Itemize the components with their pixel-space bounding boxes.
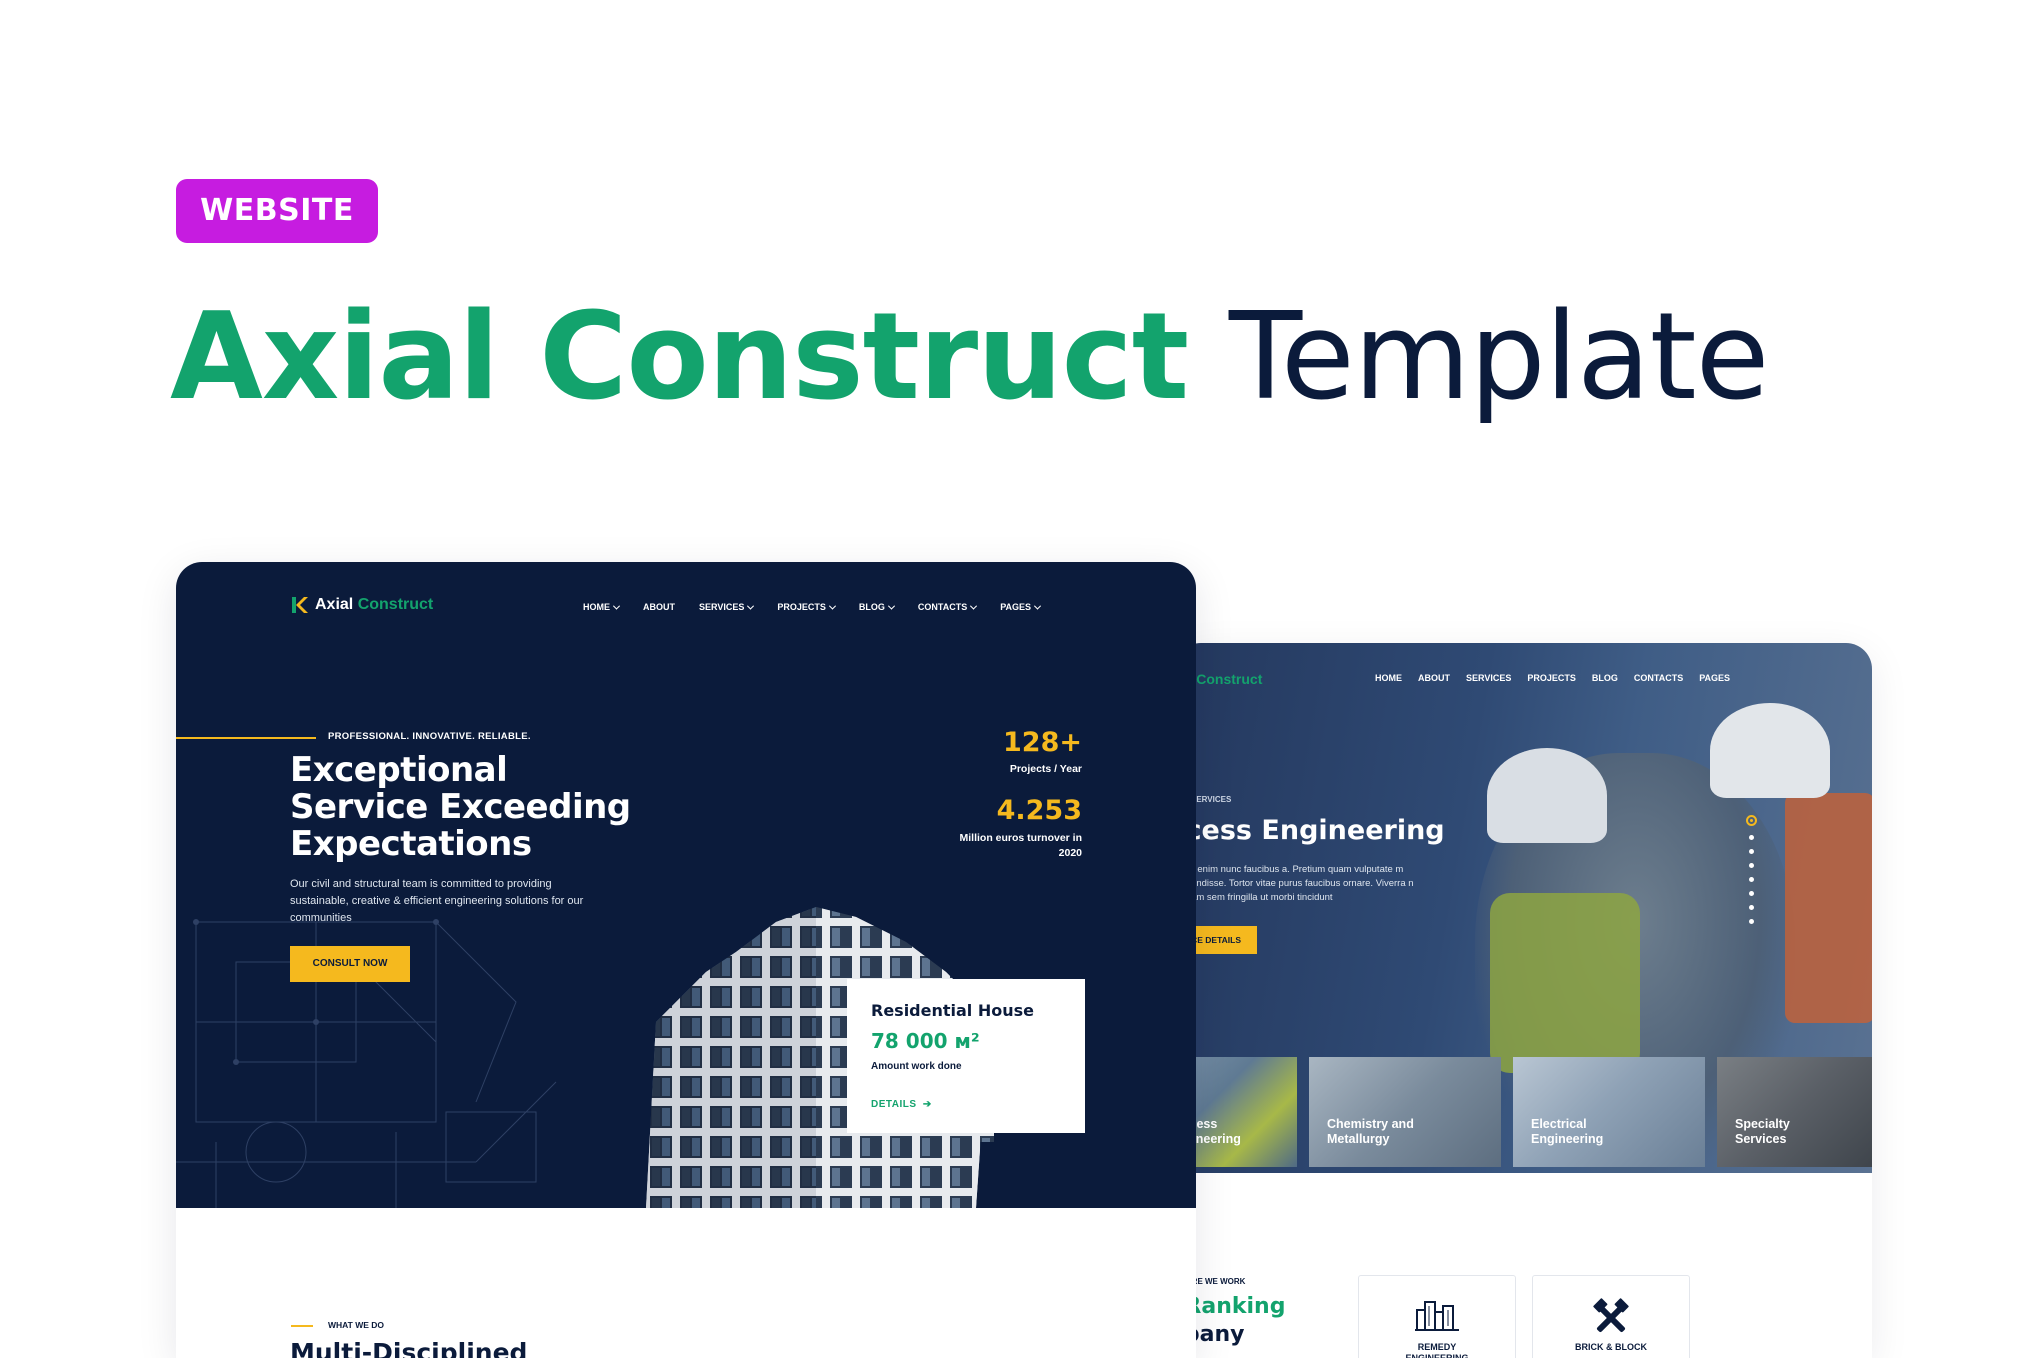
slider-dot[interactable] [1749,877,1754,882]
nav-label: CONTACTS [917,602,968,612]
back-nav-pages[interactable]: PAGES [1699,673,1730,683]
nav-label: PAGES [1000,602,1032,612]
buildings-icon [1359,1298,1515,1337]
slider-dot[interactable] [1749,863,1754,868]
slider-dot[interactable] [1749,891,1754,896]
slider-pagination [1746,815,1757,924]
hero-heading-line3: Expectations [290,824,532,864]
page-title: Axial Construct Template [170,283,1770,433]
site-logo[interactable]: Axial Construct [290,596,433,614]
chevron-down-icon [970,602,978,610]
stat-projects-value: 128+ [1003,727,1082,758]
stat-turnover-label: Million euros turnover in 2020 [959,832,1082,859]
crossed-hammers-icon [1533,1298,1689,1343]
nav-home[interactable]: HOME [583,602,621,612]
service-card-specialty[interactable]: Specialty Services [1717,1057,1872,1167]
nav-services[interactable]: SERVICES [699,602,755,612]
what-we-do-heading: Multi-Disciplined [290,1338,528,1358]
nav-pages[interactable]: PAGES [1000,602,1042,612]
hero-description: Our civil and structural team is committ… [290,878,584,924]
nav-projects[interactable]: PROJECTS [777,602,836,612]
back-nav-contacts[interactable]: CONTACTS [1634,673,1683,683]
services-hero: xial Construct HOME ABOUT SERVICES PROJE… [1175,643,1872,1173]
hero-heading-line1: Exceptional [290,750,508,790]
arrow-right-icon: ➔ [922,1099,932,1110]
chevron-down-icon [828,602,836,610]
section-eyebrow-divider [291,1325,313,1327]
hard-hat-2 [1710,703,1830,798]
title-brand: Axial Construct [170,288,1189,427]
back-nav: HOME ABOUT SERVICES PROJECTS BLOG CONTAC… [1375,673,1730,683]
what-we-do-eyebrow: WHAT WE DO [328,1320,385,1330]
slider-dot[interactable] [1749,835,1754,840]
website-badge: WEBSITE [176,179,378,243]
stat-turnover-value: 4.253 [996,795,1082,826]
chevron-down-icon [1034,602,1042,610]
back-nav-blog[interactable]: BLOG [1592,673,1618,683]
slider-dot[interactable] [1749,849,1754,854]
chevron-down-icon [747,602,755,610]
back-hero-body: morbi enim nunc faucibus a. Pretium quam… [1175,864,1414,903]
details-link[interactable]: DETAILS ➔ [871,1099,932,1110]
secondary-page-mockup: xial Construct HOME ABOUT SERVICES PROJE… [1175,643,1872,1358]
project-area-label: Amount work done [871,1061,962,1072]
logo-text-part2: Construct [357,596,434,613]
service-cards: rocess ngineering Chemistry and Metallur… [1175,1057,1872,1173]
title-rest: Template [1228,288,1770,427]
nav-label: SERVICES [699,602,745,612]
back-nav-about[interactable]: ABOUT [1418,673,1450,683]
details-link-label: DETAILS [871,1099,917,1110]
back-nav-projects[interactable]: PROJECTS [1527,673,1576,683]
project-area-value: 78 000 м² [871,1029,980,1053]
back-logo-part2: Construct [1196,671,1263,687]
slider-dot[interactable] [1749,919,1754,924]
eyebrow-divider [176,737,316,739]
k-logo-icon [292,597,308,613]
back-nav-home[interactable]: HOME [1375,673,1402,683]
nav-label: BLOG [858,602,885,612]
project-title: Residential House [871,1001,1035,1020]
slider-dot[interactable] [1749,905,1754,910]
nav-label: HOME [583,602,610,612]
slider-dot-active[interactable] [1746,815,1757,826]
partner-remedy-engineering[interactable]: REMEDY ENGINEERING [1358,1275,1516,1358]
back-nav-services[interactable]: SERVICES [1466,673,1511,683]
logo-text-part1: Axial [315,596,354,613]
worker-vest [1490,893,1640,1073]
hero-heading: Exceptional Service Exceeding Expectatio… [290,752,710,863]
service-card-label: Electrical Engineering [1531,1117,1604,1146]
nav-label: PROJECTS [777,602,826,612]
partner-name: BRICK & BLOCK [1575,1342,1647,1352]
partner-name: REMEDY ENGINEERING [1405,1342,1469,1358]
nav-blog[interactable]: BLOG [858,602,895,612]
hero-eyebrow: PROFESSIONAL. INNOVATIVE. RELIABLE. [328,731,531,742]
consult-now-button[interactable]: CONSULT NOW [290,946,410,982]
project-card[interactable]: Residential House 78 000 м² Amount work … [847,979,1085,1133]
chevron-down-icon [612,602,621,610]
partner-brick-block[interactable]: BRICK & BLOCK [1532,1275,1690,1358]
nav-contacts[interactable]: CONTACTS [917,602,978,612]
hard-hat [1487,748,1607,843]
nav-about[interactable]: ABOUT [643,602,675,612]
service-card-label: Specialty Services [1735,1117,1790,1146]
worker-vest-2 [1785,793,1872,1023]
stat-projects-label: Projects / Year [1009,763,1082,775]
logo-text: Axial Construct [315,596,433,614]
service-card-chemistry[interactable]: Chemistry and Metallurgy [1309,1057,1501,1167]
home-hero: Axial Construct HOME ABOUT SERVICES PROJ… [176,562,1196,1208]
nav-label: ABOUT [643,602,675,612]
hero-heading-line2: Service Exceeding [290,787,631,827]
back-hero-heading: ocess Engineering [1175,815,1445,846]
main-nav: HOME ABOUT SERVICES PROJECTS BLOG CONTAC… [583,602,1042,612]
homepage-mockup: Axial Construct HOME ABOUT SERVICES PROJ… [176,562,1196,1358]
service-card-electrical[interactable]: Electrical Engineering [1513,1057,1705,1167]
chevron-down-icon [887,602,895,610]
service-card-label: Chemistry and Metallurgy [1327,1117,1414,1146]
